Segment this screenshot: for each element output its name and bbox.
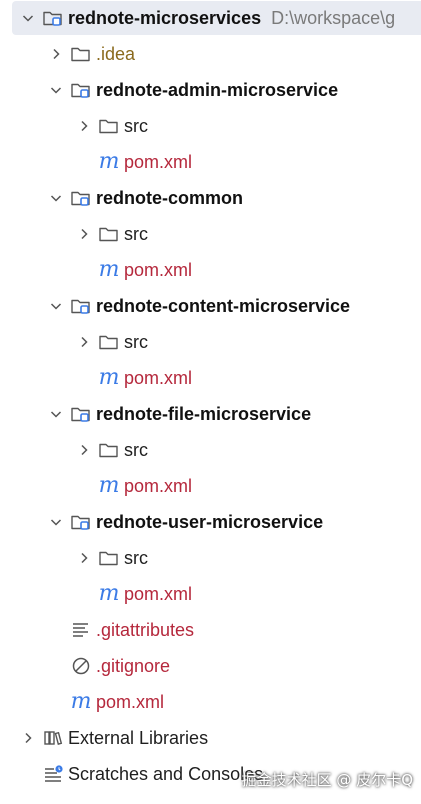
tree-row-src[interactable]: src: [0, 216, 421, 252]
tree-row-root[interactable]: rednote-microservices D:\workspace\g: [0, 0, 421, 36]
chevron-down-icon[interactable]: [48, 298, 64, 314]
chevron-right-icon[interactable]: [76, 550, 92, 566]
tree-row-module[interactable]: rednote-common: [0, 180, 421, 216]
folder-icon: [70, 44, 92, 64]
tree-row-pom[interactable]: m pom.xml: [0, 360, 421, 396]
folder-icon: [98, 440, 120, 460]
module-folder-icon: [70, 512, 92, 532]
tree-row-root-pom[interactable]: m pom.xml: [0, 684, 421, 720]
src-folder-label: src: [124, 331, 148, 352]
module-folder-icon: [42, 8, 64, 28]
tree-row-gitignore[interactable]: .gitignore: [0, 648, 421, 684]
gitattributes-label: .gitattributes: [96, 619, 195, 640]
chevron-right-icon[interactable]: [76, 334, 92, 350]
scratches-label: Scratches and Consoles: [68, 763, 264, 784]
tree-row-module[interactable]: rednote-file-microservice: [0, 396, 421, 432]
chevron-right-icon[interactable]: [76, 442, 92, 458]
pom-file-label: pom.xml: [124, 583, 193, 604]
scratches-icon: [42, 764, 64, 784]
external-libraries-label: External Libraries: [68, 727, 209, 748]
pom-file-label: pom.xml: [124, 259, 193, 280]
tree-row-external-libraries[interactable]: External Libraries: [0, 720, 421, 756]
module-folder-icon: [70, 404, 92, 424]
tree-row-src[interactable]: src: [0, 432, 421, 468]
chevron-down-icon[interactable]: [48, 190, 64, 206]
chevron-down-icon[interactable]: [20, 10, 36, 26]
chevron-down-icon[interactable]: [48, 406, 64, 422]
maven-icon: m: [98, 257, 120, 282]
tree-row-pom[interactable]: m pom.xml: [0, 252, 421, 288]
maven-icon: m: [70, 689, 92, 714]
tree-row-pom[interactable]: m pom.xml: [0, 576, 421, 612]
pom-file-label: pom.xml: [124, 475, 193, 496]
chevron-right-icon[interactable]: [76, 226, 92, 242]
tree-row-module[interactable]: rednote-admin-microservice: [0, 72, 421, 108]
pom-file-label: pom.xml: [96, 691, 165, 712]
module-label: rednote-file-microservice: [96, 403, 312, 424]
folder-icon: [98, 332, 120, 352]
text-file-icon: [70, 620, 92, 640]
tree-row-src[interactable]: src: [0, 540, 421, 576]
tree-row-pom[interactable]: m pom.xml: [0, 468, 421, 504]
tree-row-module[interactable]: rednote-content-microservice: [0, 288, 421, 324]
maven-icon: m: [98, 365, 120, 390]
tree-row-module[interactable]: rednote-user-microservice: [0, 504, 421, 540]
project-tree: rednote-microservices D:\workspace\g .id…: [0, 0, 421, 804]
src-folder-label: src: [124, 223, 148, 244]
pom-file-label: pom.xml: [124, 367, 193, 388]
src-folder-label: src: [124, 547, 148, 568]
module-label: rednote-admin-microservice: [96, 79, 339, 100]
chevron-right-icon[interactable]: [20, 730, 36, 746]
maven-icon: m: [98, 581, 120, 606]
folder-icon: [98, 548, 120, 568]
tree-row-src[interactable]: src: [0, 324, 421, 360]
folder-icon: [98, 224, 120, 244]
module-folder-icon: [70, 296, 92, 316]
tree-row-gitattributes[interactable]: .gitattributes: [0, 612, 421, 648]
pom-file-label: pom.xml: [124, 151, 193, 172]
module-folder-icon: [70, 188, 92, 208]
module-label: rednote-content-microservice: [96, 295, 351, 316]
folder-icon: [98, 116, 120, 136]
tree-row-pom[interactable]: m pom.xml: [0, 144, 421, 180]
tree-row-src[interactable]: src: [0, 108, 421, 144]
root-project-path: D:\workspace\g: [271, 7, 396, 28]
tree-row-idea[interactable]: .idea: [0, 36, 421, 72]
chevron-right-icon[interactable]: [48, 46, 64, 62]
module-label: rednote-user-microservice: [96, 511, 324, 532]
maven-icon: m: [98, 473, 120, 498]
chevron-right-icon[interactable]: [76, 118, 92, 134]
module-folder-icon: [70, 80, 92, 100]
src-folder-label: src: [124, 115, 148, 136]
watermark-text: 掘金技术社区 @ 皮尔卡Q: [241, 771, 413, 789]
gitignore-label: .gitignore: [96, 655, 171, 676]
chevron-down-icon[interactable]: [48, 514, 64, 530]
gitignore-icon: [70, 656, 92, 676]
maven-icon: m: [98, 149, 120, 174]
chevron-down-icon[interactable]: [48, 82, 64, 98]
idea-folder-label: .idea: [96, 43, 136, 64]
root-project-label: rednote-microservices: [68, 7, 262, 28]
libraries-icon: [42, 728, 64, 748]
module-label: rednote-common: [96, 187, 244, 208]
src-folder-label: src: [124, 439, 148, 460]
